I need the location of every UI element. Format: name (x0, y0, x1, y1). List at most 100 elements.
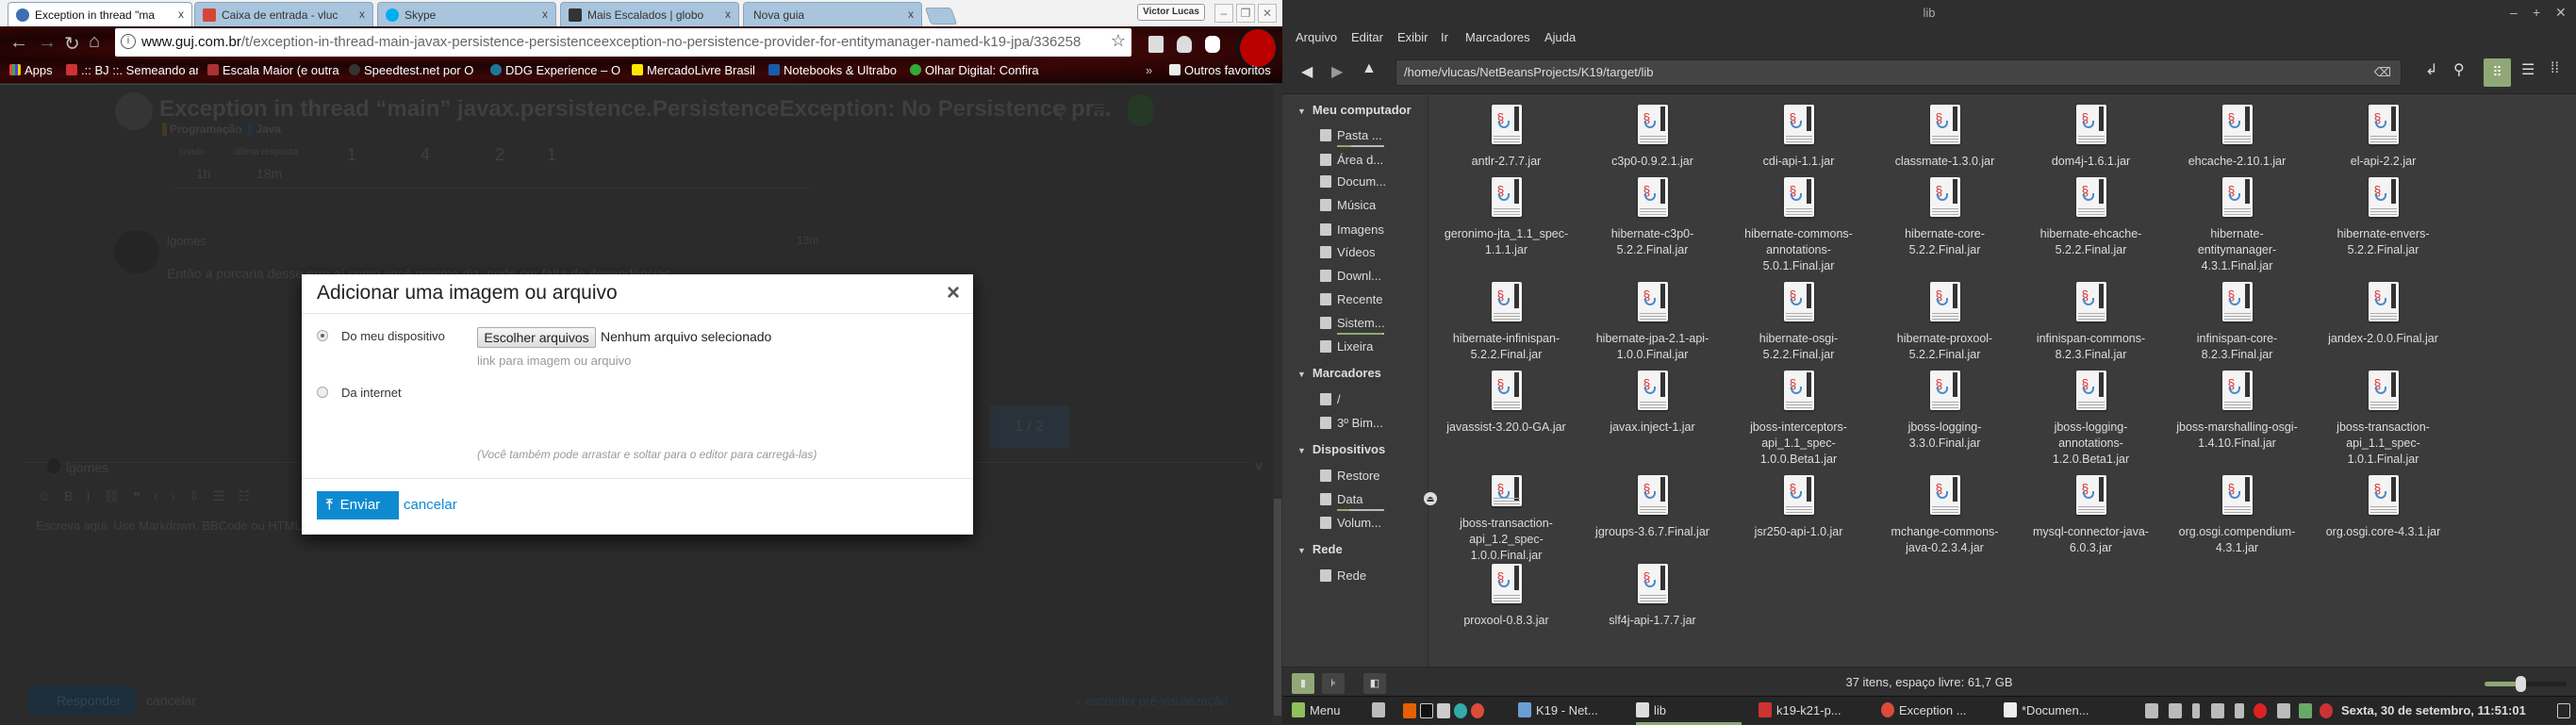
taskbar-window-lib[interactable]: lib (1636, 702, 1742, 725)
bookmark[interactable]: MercadoLivre Brasil (632, 63, 755, 77)
close-tab-icon[interactable]: x (908, 8, 914, 21)
taskbar-window-document[interactable]: *Documen... (2004, 702, 2089, 717)
file-item[interactable]: § jboss-logging-annotations-1.2.0.Beta1.j… (2018, 371, 2164, 475)
start-menu-button[interactable]: Menu (1292, 702, 1341, 717)
mega-tray-icon[interactable] (2254, 703, 2267, 718)
radio-internet-label[interactable]: Da internet (341, 386, 402, 400)
bookmark[interactable]: Escala Maior (e outra (207, 63, 339, 77)
timeline-progress[interactable]: 1 / 2 (990, 405, 1069, 449)
composer-textarea[interactable]: Escreva aqui. Use Markdown, BBCode ou HT… (36, 519, 312, 533)
other-bookmarks[interactable]: Outros favoritos (1169, 63, 1271, 77)
file-item[interactable]: § jboss-marshalling-osgi-1.4.10.Final.jar (2164, 371, 2310, 475)
show-desktop-icon[interactable] (1372, 702, 1385, 717)
file-item[interactable]: § mchange-commons-java-0.2.3.4.jar (1872, 475, 2018, 564)
sidebar-section-header[interactable]: ▼ Marcadores (1297, 366, 1381, 380)
app-launcher-icon[interactable] (1454, 703, 1467, 718)
sidebar-item[interactable]: 3º Bim... (1320, 416, 1383, 430)
files-launcher-icon[interactable] (1437, 703, 1450, 718)
clock[interactable]: Sexta, 30 de setembro, 11:51:01 (2341, 703, 2526, 717)
file-item[interactable]: § infinispan-commons-8.2.3.Final.jar (2018, 282, 2164, 371)
back-icon[interactable]: ← (9, 32, 28, 54)
file-item[interactable]: § c3p0-0.9.2.1.jar (1579, 105, 1726, 177)
sidebar-item[interactable]: Rede (1320, 568, 1366, 583)
radio-device[interactable] (317, 330, 328, 341)
file-item[interactable]: § jboss-transaction-api_1.1_spec-1.0.1.Fi… (2310, 371, 2456, 475)
file-item[interactable]: § hibernate-ehcache-5.2.2.Final.jar (2018, 177, 2164, 282)
extension-icon[interactable] (1148, 36, 1164, 53)
tab-skype[interactable]: Skype x (377, 2, 556, 26)
file-item[interactable]: § cdi-api-1.1.jar (1726, 105, 1872, 177)
minimize-button[interactable]: – (2510, 5, 2518, 20)
file-item[interactable]: § org.osgi.core-4.3.1.jar (2310, 475, 2456, 564)
file-item[interactable]: § proxool-0.8.3.jar (1433, 564, 1579, 636)
new-tab-button[interactable] (924, 8, 958, 25)
page-scrollbar[interactable] (1273, 84, 1282, 724)
file-item[interactable]: § ehcache-2.10.1.jar (2164, 105, 2310, 177)
file-item[interactable]: § el-api-2.2.jar (2310, 105, 2456, 177)
close-window-button[interactable]: ✕ (1258, 4, 1277, 23)
sidebar-item[interactable]: Lixeira (1320, 339, 1373, 354)
bookmark[interactable]: Olhar Digital: Confira (910, 63, 1039, 77)
taskbar-window-netbeans[interactable]: K19 - Net... (1518, 702, 1598, 717)
sidebar-item[interactable]: Área d... (1320, 153, 1383, 167)
dropbox-tray-icon[interactable] (2277, 703, 2290, 718)
file-item[interactable]: § hibernate-infinispan-5.2.2.Final.jar (1433, 282, 1579, 371)
sidebar-item[interactable]: Imagens (1320, 222, 1384, 237)
sidebar-item[interactable]: / (1320, 392, 1341, 406)
sidebar-item[interactable]: Downl... (1320, 269, 1381, 283)
close-window-button[interactable]: ✕ (2555, 5, 2567, 21)
sidebar-section-header[interactable]: ▼ Dispositivos (1297, 442, 1385, 456)
forward-icon[interactable]: ▶ (1331, 62, 1343, 81)
cancel-reply-link[interactable]: cancelar (146, 693, 196, 708)
bookmark[interactable]: DDG Experience – O (490, 63, 620, 77)
search-icon[interactable]: ⚲ (2453, 60, 2465, 79)
file-item[interactable]: § jboss-transaction-api_1.2_spec-1.0.0.Fi… (1433, 475, 1579, 564)
expand-triangle-icon[interactable]: ▼ (1297, 370, 1306, 379)
site-info-icon[interactable]: i (121, 34, 136, 49)
icon-view-button[interactable]: ⠿ (2484, 58, 2511, 87)
file-item[interactable]: § hibernate-c3p0-5.2.2.Final.jar (1579, 177, 1726, 282)
expand-triangle-icon[interactable]: ▼ (1297, 107, 1306, 116)
back-icon[interactable]: ◀ (1301, 62, 1313, 81)
sidebar-item[interactable]: Recente (1320, 292, 1382, 306)
taskbar-window-chrome[interactable]: Exception ... (1881, 702, 1967, 717)
file-item[interactable]: § hibernate-jpa-2.1-api-1.0.0.Final.jar (1579, 282, 1726, 371)
sidebar-item[interactable]: Pasta ... (1320, 128, 1384, 147)
network-tray-icon[interactable] (2192, 703, 2200, 718)
zoom-slider[interactable] (2485, 676, 2567, 692)
tab-new[interactable]: Nova guia x (743, 2, 922, 26)
address-bar[interactable]: i www.guj.com.br/t/exception-in-thread-m… (115, 28, 1131, 57)
file-item[interactable]: § hibernate-proxool-5.2.2.Final.jar (1872, 282, 2018, 371)
maximize-button[interactable]: ❐ (1236, 4, 1255, 23)
reply-button[interactable]: Responder (28, 686, 136, 715)
sidebar-item[interactable]: Data ⏏ (1320, 492, 1437, 511)
menu-ir[interactable]: Ir (1441, 30, 1448, 44)
shield-icon[interactable] (1177, 36, 1192, 53)
zoom-slider-handle[interactable] (2516, 676, 2527, 692)
bookmark[interactable]: Notebooks & Ultrabo (768, 63, 897, 77)
tab-exception[interactable]: Exception in thread "ma x (8, 2, 192, 26)
file-item[interactable]: § slf4j-api-1.7.7.jar (1579, 564, 1726, 636)
menu-marcadores[interactable]: Marcadores (1465, 30, 1530, 44)
location-field[interactable]: /home/vlucas/NetBeansProjects/K19/target… (1395, 59, 2402, 86)
forward-icon[interactable]: → (38, 32, 57, 54)
file-item[interactable]: § javassist-3.20.0-GA.jar (1433, 371, 1579, 475)
workspace-icon[interactable] (2557, 703, 2570, 718)
taskbar-window-pdf[interactable]: k19-k21-p... (1759, 702, 1841, 717)
sidebar-item[interactable]: Música (1320, 198, 1376, 212)
sidebar-item[interactable]: Volum... (1320, 516, 1381, 530)
reload-icon[interactable]: ↻ (64, 32, 80, 56)
file-item[interactable]: § org.osgi.compendium-4.3.1.jar (2164, 475, 2310, 564)
user-tray-icon[interactable] (2145, 703, 2158, 718)
close-tab-icon[interactable]: x (178, 8, 184, 21)
file-item[interactable]: § hibernate-entitymanager-4.3.1.Final.jar (2164, 177, 2310, 282)
bookmark[interactable]: Speedtest.net por O (349, 63, 473, 77)
sidebar-section-header[interactable]: ▼ Rede (1297, 542, 1343, 556)
compact-view-icon[interactable]: ⁞⁞ (2551, 60, 2559, 77)
hide-preview-link[interactable]: « esconder pré-visualização (1075, 694, 1228, 708)
more-bookmarks-button[interactable]: » (1146, 63, 1152, 77)
sidebar-item[interactable]: Sistem... (1320, 316, 1385, 335)
volume-tray-icon[interactable] (2211, 703, 2224, 718)
profile-button[interactable]: Victor Lucas (1137, 4, 1205, 21)
file-item[interactable]: § jboss-interceptors-api_1.1_spec-1.0.0.B… (1726, 371, 1872, 475)
